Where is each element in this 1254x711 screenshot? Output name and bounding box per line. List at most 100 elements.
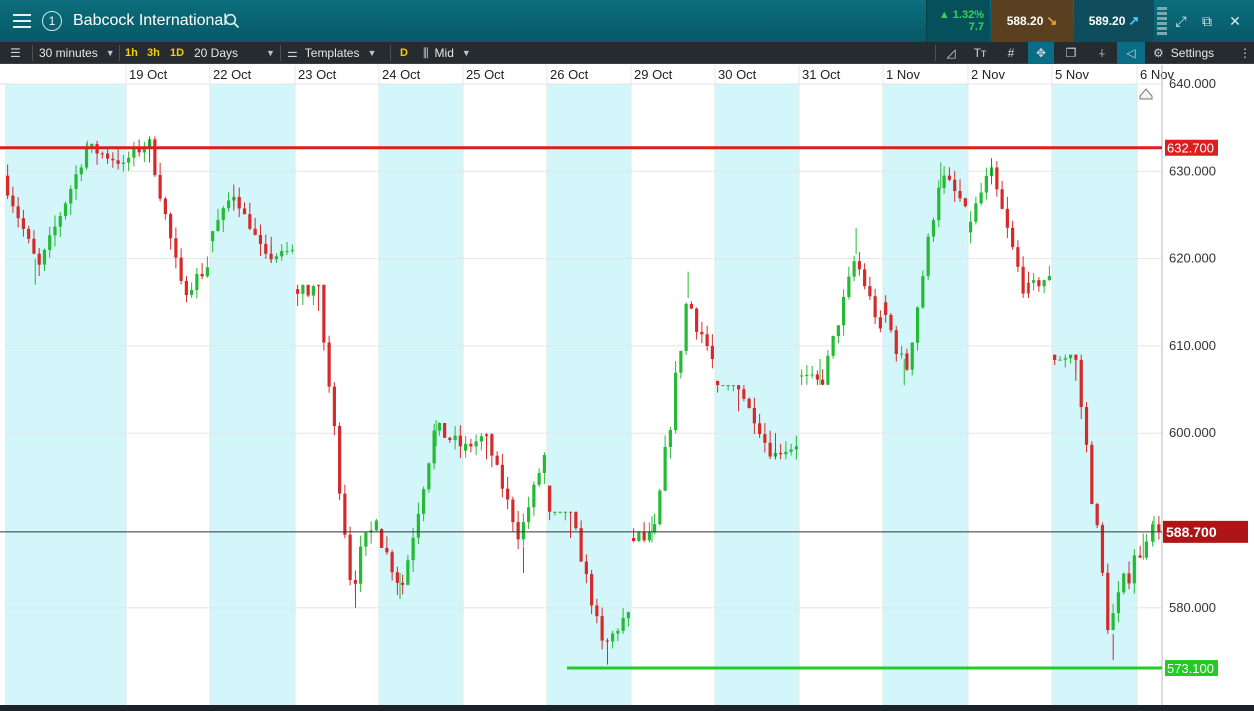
candle-body bbox=[359, 546, 363, 584]
range-select[interactable]: 20 Days ▼ bbox=[194, 42, 275, 64]
buy-price-button[interactable]: 589.20 ↗ bbox=[1074, 0, 1154, 42]
candle-body bbox=[448, 437, 452, 441]
candle-body bbox=[611, 633, 615, 642]
candle-body bbox=[794, 446, 798, 450]
candle-body bbox=[1111, 613, 1115, 631]
y-tick-label: 640.000 bbox=[1169, 76, 1216, 91]
candle-body bbox=[974, 203, 978, 222]
candle-body bbox=[285, 250, 289, 252]
close-icon[interactable]: ✕ bbox=[1224, 0, 1246, 42]
candle-body bbox=[899, 353, 904, 355]
candle-body bbox=[127, 157, 131, 163]
candle-body bbox=[537, 473, 541, 485]
candle-body bbox=[527, 507, 531, 523]
chevron-down-icon: ▼ bbox=[105, 48, 115, 58]
grid-icon: # bbox=[1007, 46, 1015, 60]
candle-body bbox=[548, 485, 552, 512]
candle-body bbox=[53, 226, 57, 236]
candle-body bbox=[558, 511, 562, 513]
settings-button[interactable]: ⚙ Settings bbox=[1153, 42, 1214, 64]
candle-body bbox=[1138, 555, 1142, 558]
more-options-icon[interactable]: ⋮ bbox=[1239, 42, 1251, 64]
popout-icon[interactable]: ⧉ bbox=[1196, 0, 1218, 42]
candle-body bbox=[695, 308, 699, 332]
candle-body bbox=[179, 257, 183, 281]
change-percent: ▲ 1.32% bbox=[938, 9, 984, 21]
x-tick-label: 22 Oct bbox=[213, 67, 252, 82]
range-label: 20 Days bbox=[194, 46, 239, 60]
candle-body bbox=[831, 336, 835, 356]
candle-body bbox=[116, 160, 120, 164]
candle-body bbox=[931, 220, 936, 237]
candle-body bbox=[105, 153, 110, 159]
y-tick-label: 610.000 bbox=[1169, 338, 1216, 353]
candle-body bbox=[1084, 407, 1089, 445]
price-label-button[interactable]: ◁ bbox=[1117, 42, 1145, 64]
candle-body bbox=[495, 455, 499, 465]
candle-body bbox=[490, 434, 494, 456]
candle-body bbox=[1005, 208, 1009, 228]
drawing-d-button[interactable]: D bbox=[400, 42, 408, 64]
layers-button[interactable]: ❐ bbox=[1061, 42, 1081, 64]
candle-body bbox=[422, 489, 426, 514]
interval-select[interactable]: 30 minutes ▼ bbox=[39, 42, 115, 64]
x-tick-label: 26 Oct bbox=[550, 67, 589, 82]
candle-body bbox=[926, 236, 930, 277]
candle-body bbox=[710, 346, 714, 359]
candle-body bbox=[153, 139, 157, 176]
candle-body bbox=[242, 208, 247, 215]
current-price-label: 588.700 bbox=[1166, 524, 1217, 540]
price-type-select[interactable]: ⫼ Mid ▼ bbox=[423, 42, 471, 64]
sell-price-button[interactable]: 588.20 ↘ bbox=[991, 0, 1073, 42]
candle-body bbox=[553, 511, 557, 513]
chart-area[interactable]: 580.000 600.000 610.000 620.000 630.000 640.0… bbox=[0, 65, 1254, 711]
candle-body bbox=[984, 175, 988, 193]
expand-icon[interactable]: ⤢ bbox=[1170, 0, 1192, 42]
draw-line-button[interactable]: ◿ bbox=[941, 42, 961, 64]
search-button[interactable] bbox=[224, 0, 244, 42]
candle-body bbox=[937, 187, 941, 221]
candle-body bbox=[311, 286, 315, 296]
quick-3h-button[interactable]: 3h bbox=[147, 42, 160, 64]
y-tick-label: 620.000 bbox=[1169, 251, 1216, 266]
text-button[interactable]: Tт bbox=[970, 42, 990, 64]
candle-body bbox=[632, 537, 636, 542]
menu-button[interactable] bbox=[10, 0, 34, 42]
candle-body bbox=[684, 304, 688, 351]
candle-body bbox=[511, 499, 515, 523]
grid-button[interactable]: # bbox=[1001, 42, 1021, 64]
candle-body bbox=[963, 198, 967, 207]
candle-body bbox=[532, 484, 536, 508]
candle-body bbox=[200, 273, 204, 277]
quick-1h-button[interactable]: 1h bbox=[125, 42, 138, 64]
candle-body bbox=[1032, 280, 1036, 283]
candle-body bbox=[826, 355, 830, 385]
candle-body bbox=[884, 302, 888, 315]
candle-body bbox=[1068, 354, 1073, 359]
candle-body bbox=[805, 375, 809, 377]
candle-body bbox=[647, 532, 651, 541]
candle-body bbox=[689, 304, 693, 309]
day-shade-band bbox=[1052, 84, 1137, 705]
x-tick-label: 29 Oct bbox=[634, 67, 673, 82]
templates-select[interactable]: ⚌ Templates ▼ bbox=[287, 42, 376, 64]
candle-body bbox=[374, 520, 378, 531]
depth-strip-icon[interactable] bbox=[1156, 0, 1168, 42]
candle-body bbox=[863, 269, 867, 287]
candle-body bbox=[1122, 573, 1126, 593]
level-label: 573.100 bbox=[1167, 661, 1214, 676]
chart-list-button[interactable]: ☰ bbox=[10, 42, 21, 64]
link-group-button[interactable]: 1 bbox=[42, 0, 64, 42]
candle-body bbox=[158, 175, 162, 199]
price-chart[interactable]: 580.000 600.000 610.000 620.000 630.000 640.0… bbox=[0, 65, 1254, 705]
candle-body bbox=[716, 380, 720, 386]
candle-body bbox=[348, 534, 352, 581]
candle-body bbox=[616, 630, 620, 634]
indicator-button[interactable]: ⍭ bbox=[1092, 42, 1112, 64]
candle-body bbox=[868, 286, 872, 297]
crosshair-button[interactable]: ✥ bbox=[1028, 42, 1054, 64]
quick-1d-button[interactable]: 1D bbox=[170, 42, 184, 64]
buy-price: 589.20 bbox=[1088, 14, 1126, 28]
candle-body bbox=[579, 528, 583, 562]
candle-body bbox=[338, 426, 342, 494]
